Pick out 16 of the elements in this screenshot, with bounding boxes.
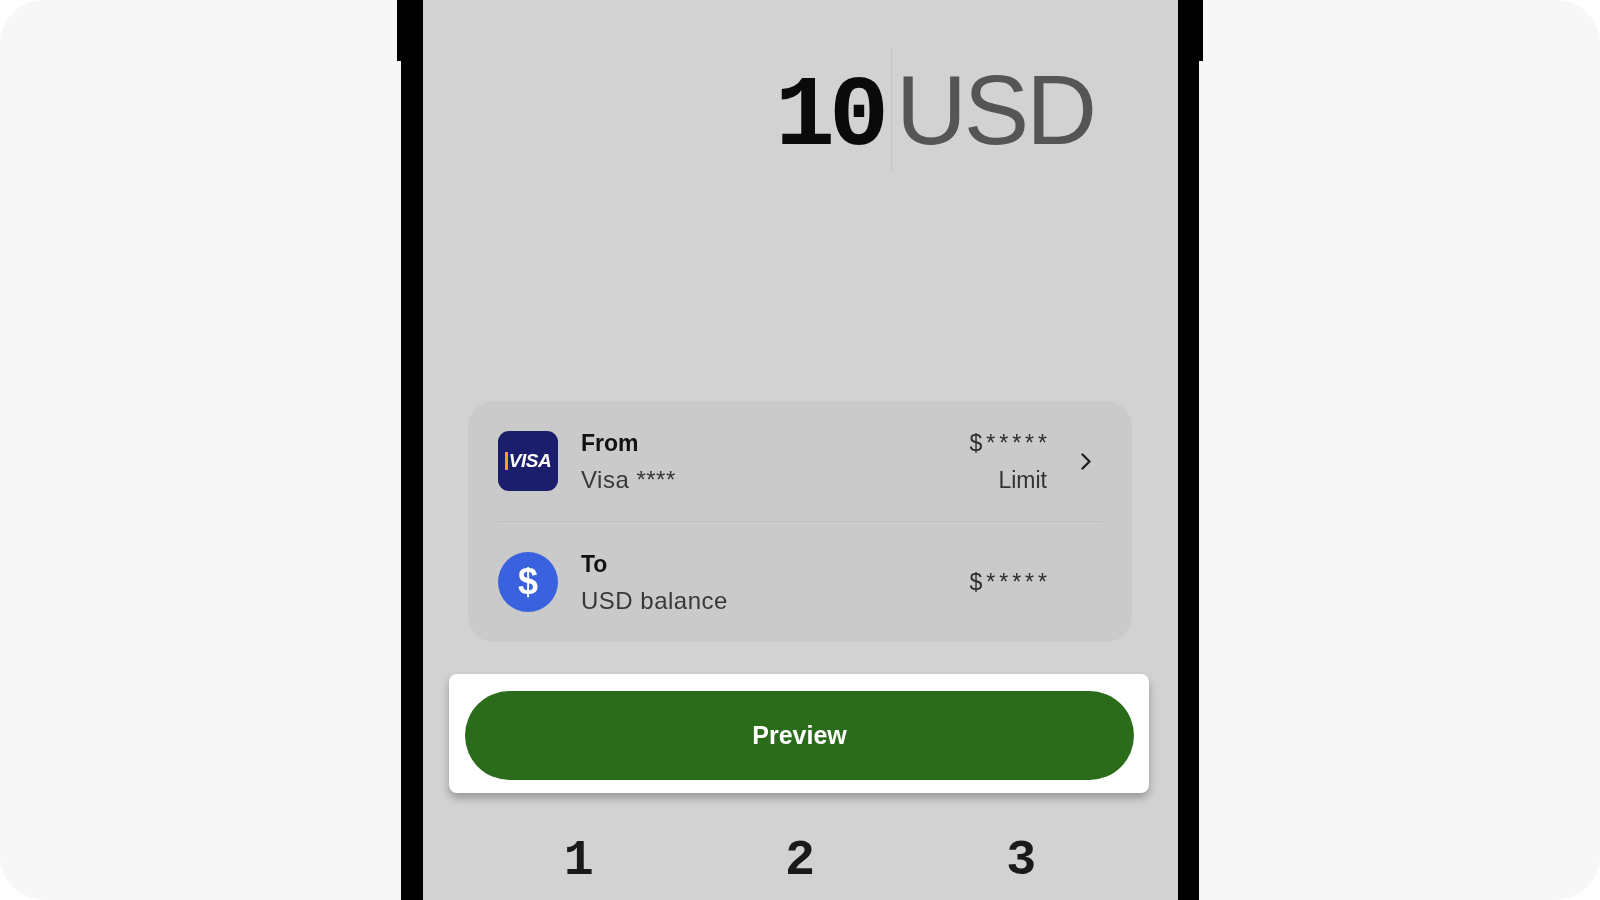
masked-amount: $***** — [969, 568, 1051, 597]
limit-label: Limit — [998, 465, 1047, 495]
keypad-key[interactable]: 2 — [785, 836, 815, 886]
keypad-key[interactable]: 1 — [563, 836, 594, 886]
account-name: Visa **** — [581, 464, 677, 495]
visa-logo: VISA — [498, 431, 558, 491]
row-label: To — [581, 549, 609, 579]
account-name: USD balance — [581, 585, 729, 616]
preview-button[interactable]: Preview — [465, 691, 1134, 780]
amount-value[interactable]: 10 — [775, 68, 884, 168]
currency-code: USD — [896, 60, 1094, 160]
keypad-key[interactable]: 3 — [1006, 836, 1037, 886]
row-label: From — [581, 428, 640, 458]
dollar-icon: $ — [498, 552, 558, 612]
masked-amount: $***** — [969, 428, 1051, 458]
chevron-right-icon[interactable] — [1081, 452, 1091, 470]
